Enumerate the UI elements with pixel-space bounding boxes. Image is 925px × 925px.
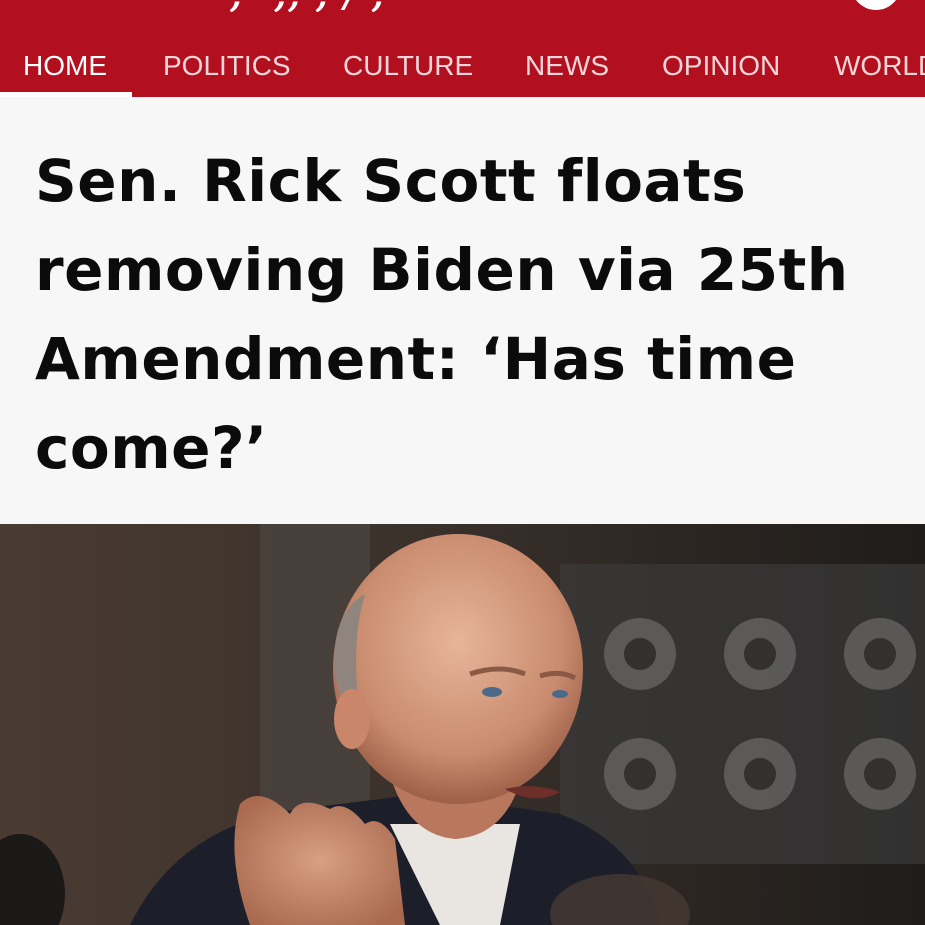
- profile-icon[interactable]: [851, 0, 901, 10]
- nav-item-home[interactable]: HOME: [23, 50, 107, 82]
- article-header: Sen. Rick Scott floats removing Biden vi…: [0, 97, 925, 524]
- nav-item-opinion[interactable]: OPINION: [662, 50, 780, 82]
- article-headline[interactable]: Sen. Rick Scott floats removing Biden vi…: [35, 137, 905, 493]
- menu-icon[interactable]: [18, 0, 46, 4]
- masthead: ,~,, , / ,~ ~: [0, 0, 925, 42]
- photo-senator: [0, 524, 925, 925]
- site-logo[interactable]: ,~,, , / ,~ ~: [230, 0, 670, 12]
- nav-item-world[interactable]: WORLD: [834, 50, 925, 82]
- nav-item-news[interactable]: NEWS: [525, 50, 609, 82]
- article-hero-image[interactable]: [0, 524, 925, 925]
- nav-item-politics[interactable]: POLITICS: [163, 50, 291, 82]
- nav-item-culture[interactable]: CULTURE: [343, 50, 473, 82]
- main-nav: HOME POLITICS CULTURE NEWS OPINION WORLD: [0, 42, 925, 97]
